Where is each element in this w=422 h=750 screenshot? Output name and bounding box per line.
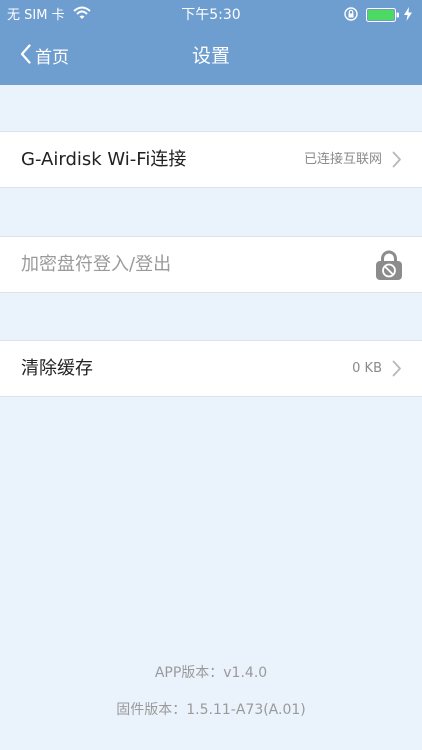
- encrypted-drive-row[interactable]: 加密盘符登入/登出: [0, 236, 422, 293]
- clear-cache-label: 清除缓存: [21, 358, 93, 379]
- chevron-right-icon: [392, 151, 402, 172]
- page-title: 设置: [191, 45, 230, 67]
- rotation-lock-icon: [344, 6, 358, 25]
- nav-bar: 首页 设置: [0, 30, 422, 85]
- wifi-connection-status: 已连接互联网: [303, 152, 382, 167]
- wifi-connection-label: G-Airdisk Wi-Fi连接: [21, 149, 187, 170]
- cache-size: 0 KB: [352, 361, 382, 376]
- header: 无 SIM 卡 下午5:30 首页 设置: [0, 0, 422, 85]
- chevron-right-icon: [392, 360, 402, 381]
- wifi-connection-row[interactable]: G-Airdisk Wi-Fi连接 已连接互联网: [0, 131, 422, 188]
- lock-icon[interactable]: [376, 250, 402, 284]
- status-right: [344, 6, 412, 24]
- settings-screen: 无 SIM 卡 下午5:30 首页 设置 G-Airdisk Wi-Fi连接 已…: [0, 0, 422, 750]
- status-bar: 无 SIM 卡 下午5:30: [0, 0, 422, 30]
- encrypted-drive-label: 加密盘符登入/登出: [21, 254, 172, 275]
- charging-icon: [404, 6, 412, 25]
- clear-cache-row[interactable]: 清除缓存 0 KB: [0, 340, 422, 397]
- app-version: APP版本：v1.4.0: [154, 665, 268, 681]
- battery-icon: [366, 8, 400, 22]
- firmware-version: 固件版本：1.5.11-A73(A.01): [116, 702, 306, 718]
